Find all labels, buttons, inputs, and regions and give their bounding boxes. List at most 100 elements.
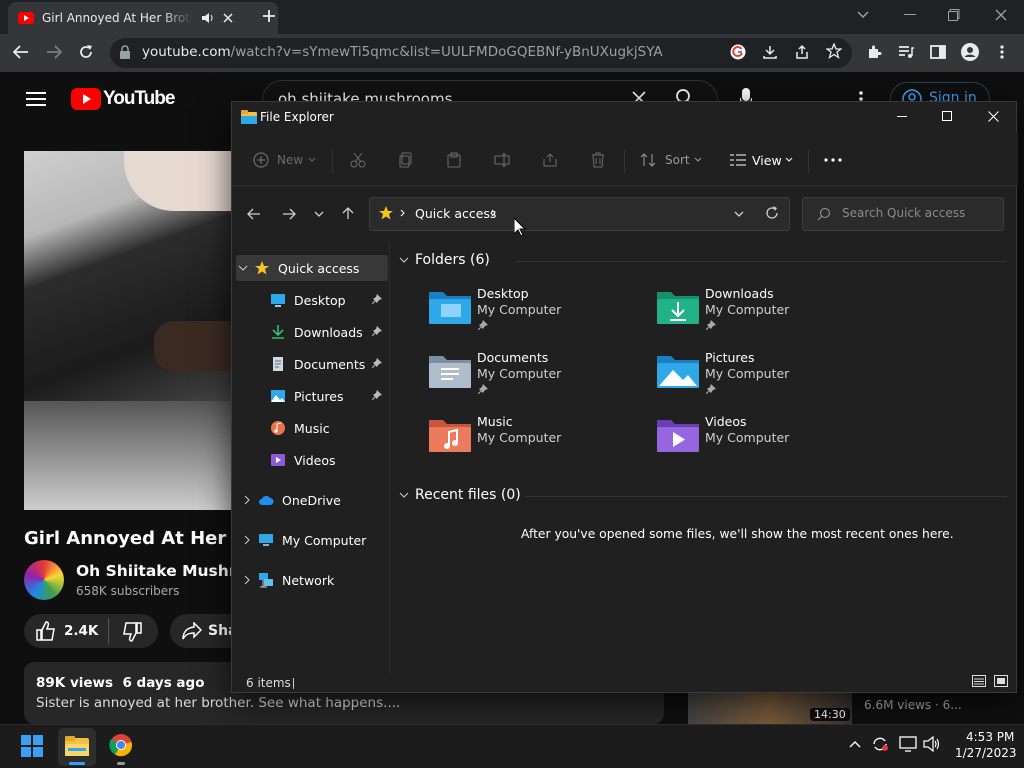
- new-item-icon[interactable]: [253, 152, 269, 168]
- folder-tile-desktop[interactable]: Desktop My Computer: [427, 286, 647, 342]
- breadcrumb-chevron-icon[interactable]: [400, 209, 405, 217]
- bookmark-star-icon[interactable]: [826, 43, 842, 59]
- folder-tile-documents[interactable]: Documents My Computer: [427, 350, 647, 406]
- nav-label: Quick access: [278, 260, 360, 276]
- nav-item-desktop[interactable]: Desktop: [232, 287, 388, 313]
- extensions-icon[interactable]: [866, 44, 882, 60]
- thumbs-down-icon[interactable]: [122, 622, 142, 642]
- breadcrumb-chevron-icon[interactable]: [491, 209, 496, 217]
- show-hidden-icons-icon[interactable]: [849, 740, 861, 748]
- sync-icon[interactable]: [871, 736, 889, 752]
- clock-time[interactable]: 4:53 PM: [966, 730, 1014, 744]
- folder-tile-videos[interactable]: Videos My Computer: [655, 414, 875, 470]
- clock-date[interactable]: 1/27/2023: [955, 746, 1017, 760]
- channel-avatar[interactable]: [24, 560, 64, 600]
- explorer-forward-icon[interactable]: [282, 208, 296, 220]
- cut-icon[interactable]: [350, 152, 366, 168]
- expand-chevron-icon[interactable]: [240, 535, 254, 545]
- expand-chevron-icon[interactable]: [240, 575, 254, 585]
- view-dropdown-icon[interactable]: [785, 157, 793, 162]
- recent-section-header[interactable]: Recent files (0): [399, 487, 521, 503]
- share-page-icon[interactable]: [794, 44, 810, 60]
- nav-item-documents[interactable]: Documents: [232, 351, 388, 377]
- nav-item-pictures[interactable]: Pictures: [232, 383, 388, 409]
- hamburger-menu-icon[interactable]: [26, 91, 46, 107]
- display-icon[interactable]: [899, 736, 917, 752]
- details-view-icon[interactable]: [972, 675, 986, 687]
- youtube-logo-text[interactable]: YouTube: [103, 88, 175, 110]
- view-button-label[interactable]: View: [752, 153, 782, 168]
- new-tab-icon[interactable]: [262, 9, 276, 23]
- address-history-dropdown-icon[interactable]: [734, 211, 744, 217]
- tiles-view-icon[interactable]: [994, 675, 1008, 687]
- nav-label: My Computer: [282, 532, 367, 548]
- tab-close-icon[interactable]: [222, 12, 234, 24]
- volume-icon[interactable]: [923, 736, 941, 752]
- share-file-icon[interactable]: [542, 152, 558, 168]
- side-panel-icon[interactable]: [930, 44, 946, 60]
- youtube-logo-icon[interactable]: [71, 88, 101, 110]
- pin-icon: [372, 390, 382, 400]
- chrome-menu-icon[interactable]: [1000, 44, 1004, 60]
- up-folder-icon[interactable]: [342, 206, 354, 220]
- explorer-maximize-icon[interactable]: [942, 111, 952, 121]
- nav-item-music[interactable]: Music: [232, 415, 388, 441]
- windows-start-icon[interactable]: [21, 735, 43, 757]
- video-player[interactable]: [24, 151, 234, 510]
- explorer-back-icon[interactable]: [247, 208, 261, 220]
- folder-name: Pictures: [705, 350, 755, 365]
- back-icon[interactable]: [13, 45, 29, 59]
- section-collapse-icon[interactable]: [399, 492, 409, 498]
- view-icon[interactable]: [729, 153, 747, 167]
- expand-chevron-icon[interactable]: [240, 495, 254, 505]
- collapse-chevron-icon[interactable]: [236, 265, 250, 271]
- computer-icon: [258, 532, 274, 548]
- folder-tile-music[interactable]: Music My Computer: [427, 414, 647, 470]
- see-more-icon[interactable]: [824, 158, 842, 162]
- window-close-icon[interactable]: [995, 9, 1007, 21]
- nav-item-quick-access[interactable]: Quick access: [236, 255, 388, 281]
- explorer-minimize-icon[interactable]: [897, 116, 907, 118]
- new-button-label[interactable]: New: [277, 153, 303, 167]
- folder-tile-pictures[interactable]: Pictures My Computer: [655, 350, 875, 406]
- sort-button-label[interactable]: Sort: [665, 153, 690, 167]
- delete-icon[interactable]: [590, 152, 606, 168]
- media-control-icon[interactable]: [898, 44, 914, 60]
- profile-icon[interactable]: [961, 43, 979, 61]
- google-icon[interactable]: [730, 44, 746, 60]
- tab-search-icon[interactable]: [856, 10, 870, 20]
- folder-tile-downloads[interactable]: Downloads My Computer: [655, 286, 875, 342]
- nav-item-network[interactable]: Network: [232, 567, 388, 593]
- url-text[interactable]: youtube.com/watch?v=sYmewTi5qmc&list=UUL…: [142, 44, 663, 60]
- tab-audio-icon[interactable]: [200, 11, 214, 25]
- paste-icon[interactable]: [446, 152, 462, 168]
- url-path: /watch?v=sYmewTi5qmc&list=UULFMDoGQEBNf-…: [230, 44, 663, 60]
- rename-icon[interactable]: [494, 152, 510, 168]
- nav-item-downloads[interactable]: Downloads: [232, 319, 388, 345]
- restore-icon[interactable]: [948, 9, 960, 21]
- lock-icon[interactable]: [119, 45, 131, 59]
- explorer-close-icon[interactable]: [988, 111, 999, 122]
- download-arrow-icon: [270, 324, 286, 340]
- section-collapse-icon[interactable]: [399, 257, 409, 263]
- install-icon[interactable]: [762, 44, 778, 60]
- taskbar-chrome-icon[interactable]: [109, 733, 133, 757]
- browser-tab[interactable]: Girl Annoyed At Her Brother: [8, 2, 278, 34]
- video-frame-seat: [154, 321, 234, 371]
- copy-icon[interactable]: [398, 152, 414, 168]
- nav-item-videos[interactable]: Videos: [232, 447, 388, 473]
- sort-dropdown-icon[interactable]: [694, 157, 702, 162]
- pin-icon: [478, 320, 488, 330]
- nav-item-onedrive[interactable]: OneDrive: [232, 487, 388, 513]
- nav-item-my-computer[interactable]: My Computer: [232, 527, 388, 553]
- sort-icon[interactable]: [640, 152, 658, 168]
- new-dropdown-icon[interactable]: [308, 157, 316, 162]
- forward-icon[interactable]: [46, 45, 62, 59]
- refresh-icon[interactable]: [765, 206, 779, 220]
- reload-icon[interactable]: [78, 44, 94, 60]
- recent-locations-icon[interactable]: [314, 211, 324, 217]
- videos-folder-icon: [655, 416, 701, 454]
- breadcrumb-quick-access[interactable]: Quick access: [415, 206, 496, 221]
- minimize-icon[interactable]: [904, 14, 916, 16]
- folders-section-header[interactable]: Folders (6): [399, 252, 490, 268]
